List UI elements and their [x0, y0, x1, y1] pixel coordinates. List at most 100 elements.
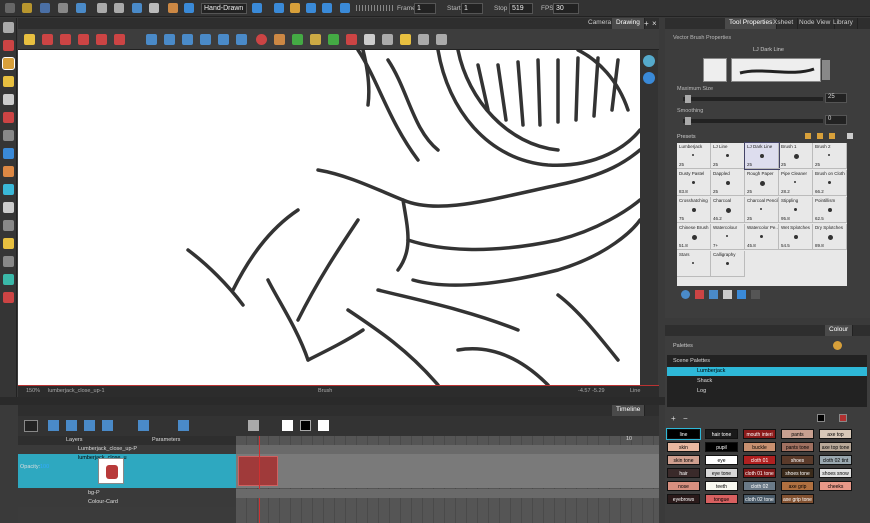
colour-swatch[interactable]: tongue — [705, 494, 738, 504]
shift-trace-icon[interactable] — [436, 34, 447, 45]
start-field[interactable]: 1 — [461, 3, 483, 14]
contour-editor-icon[interactable] — [3, 40, 14, 51]
rotate-ccw-icon[interactable] — [200, 34, 211, 45]
selected-cell[interactable] — [238, 456, 278, 486]
layer-row[interactable]: bg-P — [18, 489, 236, 498]
colour-swatch[interactable]: cheeks — [819, 481, 852, 491]
save-as-icon[interactable] — [58, 3, 68, 13]
keyframe-icon[interactable] — [84, 420, 95, 431]
delete-preset-icon[interactable] — [829, 133, 835, 139]
colour-swatch[interactable]: buckle — [743, 442, 776, 452]
tab-library[interactable]: Library — [829, 18, 858, 29]
zoom-tool-icon[interactable] — [3, 292, 14, 303]
peg-track[interactable] — [236, 445, 659, 454]
preset-cell[interactable]: Pointillism 62.5 — [813, 197, 847, 223]
motion-keyframe-icon[interactable] — [138, 420, 149, 431]
eraser-tool-icon[interactable] — [3, 112, 14, 123]
preset-cell[interactable]: Lumberjack 25 — [677, 143, 711, 169]
rotate-cw-icon[interactable] — [182, 34, 193, 45]
flip-vertical-icon[interactable] — [164, 34, 175, 45]
colour-swatch[interactable]: cloth 01 — [743, 455, 776, 465]
shape-tool-icon[interactable] — [3, 130, 14, 141]
redo-icon[interactable] — [114, 3, 124, 13]
palette-item-log[interactable]: Log — [667, 387, 867, 396]
lightbulb-icon[interactable] — [400, 34, 411, 45]
preset-cell[interactable]: LJ Dark Line 25 — [744, 142, 780, 170]
remove-colour-icon[interactable]: − — [683, 414, 688, 423]
fit-view-icon[interactable] — [236, 34, 247, 45]
paint-tool-icon[interactable] — [3, 184, 14, 195]
line-tool-icon[interactable] — [3, 148, 14, 159]
presets-label[interactable]: Presets — [677, 134, 696, 140]
flip-horizontal-icon[interactable] — [146, 34, 157, 45]
layer-row[interactable]: Colour-Card — [18, 498, 236, 507]
camera-view-icon[interactable] — [643, 55, 655, 67]
layer-row[interactable]: Lumberjack_close_up-P — [18, 445, 236, 454]
maximum-size-handle[interactable] — [685, 95, 691, 103]
playback-speed-slider[interactable] — [356, 5, 394, 11]
loop-icon[interactable] — [290, 3, 300, 13]
colour-art-icon[interactable] — [346, 34, 357, 45]
bg-track[interactable] — [236, 489, 659, 498]
toggle-view-icon[interactable] — [643, 72, 655, 84]
brush-preview-thumb[interactable] — [703, 58, 727, 82]
ease-icon[interactable] — [178, 420, 189, 431]
add-drawing-layer-icon[interactable] — [48, 420, 59, 431]
line-colour-icon[interactable] — [817, 414, 825, 422]
mode-icon[interactable] — [184, 3, 194, 13]
preset-cell[interactable]: Brush on Cloth 66.2 — [813, 170, 847, 196]
stop-icon[interactable] — [306, 3, 316, 13]
open-icon[interactable] — [22, 3, 32, 13]
layer-colour-icon[interactable] — [24, 420, 38, 432]
drawing-track[interactable] — [236, 454, 659, 488]
colour-swatch[interactable]: hair — [667, 468, 700, 478]
add-view-icon[interactable]: + — [644, 19, 649, 28]
preset-cell[interactable]: Rough Paper 25 — [745, 170, 779, 196]
colour-swatch[interactable]: cloth 02 tint — [819, 455, 852, 465]
draw-behind-icon[interactable] — [737, 290, 746, 299]
colour-swatch[interactable]: hair tone — [705, 429, 738, 439]
palette-item-lumberjack[interactable]: Lumberjack — [667, 367, 867, 376]
play-icon[interactable] — [274, 3, 284, 13]
colour-swatch[interactable]: shoes tone — [781, 468, 814, 478]
stop-field[interactable]: 519 — [509, 3, 533, 14]
expand-arrow-icon[interactable] — [822, 60, 830, 80]
onion-skin-icon[interactable] — [42, 34, 53, 45]
preset-cell[interactable]: Wet Splotches 54.5 — [779, 224, 813, 250]
transform-tool-icon[interactable] — [3, 238, 14, 249]
palettes-label[interactable]: Palettes — [673, 343, 693, 349]
mode-select[interactable]: Hand-Drawn — [201, 3, 247, 14]
frame-grid[interactable]: 10 — [236, 436, 659, 523]
key-exposure-icon[interactable] — [282, 420, 293, 431]
tab-timeline[interactable]: Timeline — [612, 405, 646, 416]
onion-skin-icon[interactable] — [252, 3, 262, 13]
preset-cell[interactable]: Brush 1 25 — [779, 143, 813, 169]
preset-cell[interactable]: Charcoal Pencil 25 — [745, 197, 779, 223]
fill-colour-icon[interactable] — [839, 414, 847, 422]
new-preset-icon[interactable] — [805, 133, 811, 139]
auto-fill-icon[interactable] — [723, 290, 732, 299]
tool-icon[interactable] — [168, 3, 178, 13]
reset-view-icon[interactable] — [218, 34, 229, 45]
layer-row-selected[interactable]: lumberjack_close_u Opacity: 100 — [18, 454, 236, 488]
tab-drawing[interactable]: Drawing — [612, 18, 645, 29]
colour-swatch[interactable]: shoes snow — [819, 468, 852, 478]
colour-swatch[interactable]: axe top — [819, 429, 852, 439]
opacity-value[interactable]: 100 — [40, 464, 49, 470]
tab-xsheet[interactable]: Xsheet — [769, 18, 799, 29]
colour-swatch[interactable]: cloth 01 tone — [743, 468, 776, 478]
undo-icon[interactable] — [97, 3, 107, 13]
save-icon[interactable] — [40, 3, 50, 13]
sound-icon[interactable] — [340, 3, 350, 13]
onion-range-icon[interactable] — [96, 34, 107, 45]
settings-icon[interactable] — [364, 34, 375, 45]
colour-wheel-icon[interactable] — [833, 341, 842, 350]
drawing-canvas[interactable] — [18, 50, 640, 385]
colour-swatch[interactable]: eye — [705, 455, 738, 465]
close-view-icon[interactable]: × — [652, 19, 657, 28]
preset-cell[interactable]: Stippling 95.8 — [779, 197, 813, 223]
rename-preset-icon[interactable] — [817, 133, 823, 139]
texture-brush-icon[interactable] — [695, 290, 704, 299]
cutter-tool-icon[interactable] — [3, 166, 14, 177]
first-frame-icon[interactable] — [322, 3, 332, 13]
